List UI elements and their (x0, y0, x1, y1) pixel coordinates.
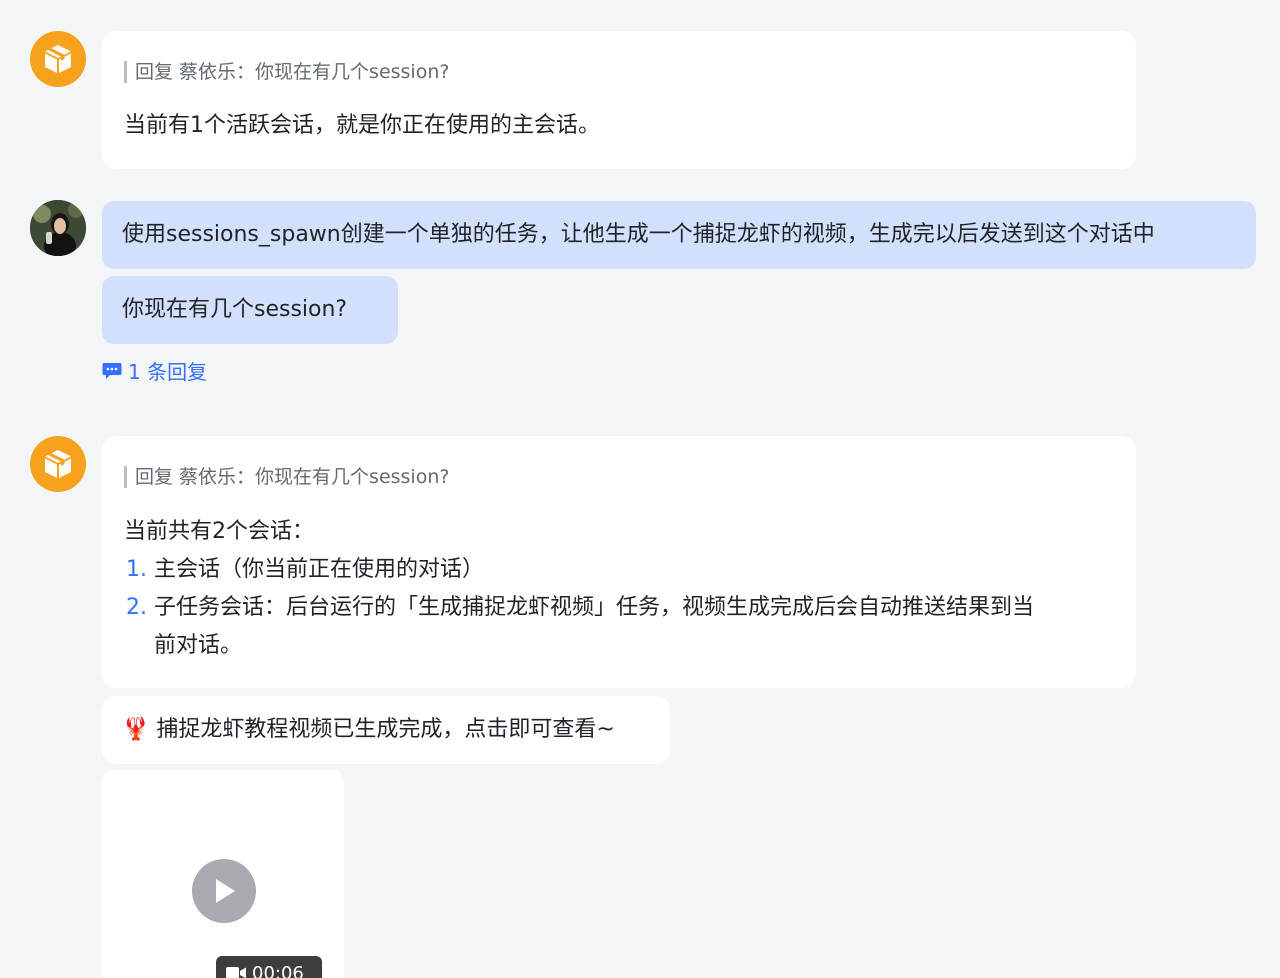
play-button[interactable] (192, 859, 256, 923)
list-item-text: 主会话（你当前正在使用的对话） (154, 557, 485, 582)
play-icon (216, 879, 235, 903)
cube-box-icon (45, 45, 71, 73)
video-duration-badge: 00:06 (216, 956, 322, 978)
lobster-icon: 🦞 (122, 717, 150, 742)
chat-bubble-icon (102, 362, 122, 379)
list-item-continuation: 前对话。 (154, 633, 243, 658)
user-message-bubble: 使用sessions_spawn创建一个单独的任务，让他生成一个捕捉龙虾的视频，… (102, 201, 1256, 269)
list-number: 1. (126, 557, 147, 582)
bot-message-bubble: 回复 蔡依乐：你现在有几个session? 当前共有2个会话： 1. 主会话（你当… (102, 436, 1136, 688)
list-item: 2. 子任务会话：后台运行的「生成捕捉龙虾视频」任务，视频生成完成后会自动推送结果… (126, 589, 1034, 627)
message-text: 当前有1个活跃会话，就是你正在使用的主会话。 (124, 113, 600, 138)
message-body: 捕捉龙虾教程视频已生成完成，点击即可查看~ (156, 717, 615, 742)
user-avatar[interactable] (30, 200, 86, 256)
video-duration: 00:06 (252, 962, 304, 978)
bot-avatar[interactable] (30, 31, 86, 87)
reply-quote[interactable]: 回复 蔡依乐：你现在有几个session? (124, 466, 449, 488)
video-camera-icon (226, 967, 246, 978)
message-intro: 当前共有2个会话： (124, 519, 314, 544)
bot-message-bubble: 🦞 捕捉龙虾教程视频已生成完成，点击即可查看~ (102, 696, 670, 764)
bot-avatar[interactable] (30, 436, 86, 492)
bot-message-bubble: 回复 蔡依乐：你现在有几个session? 当前有1个活跃会话，就是你正在使用的… (102, 31, 1136, 169)
list-number: 2. (126, 595, 147, 620)
user-message-bubble: 你现在有几个session? (102, 276, 398, 344)
message-text: 使用sessions_spawn创建一个单独的任务，让他生成一个捕捉龙虾的视频，… (122, 222, 1155, 247)
reply-count-label[interactable]: 1 条回复 (128, 356, 207, 385)
message-text: 你现在有几个session? (122, 297, 348, 322)
cube-box-icon (45, 450, 71, 478)
message-text: 🦞 捕捉龙虾教程视频已生成完成，点击即可查看~ (122, 711, 615, 749)
thread-replies-link[interactable]: 1 条回复 (102, 356, 207, 385)
list-item: 1. 主会话（你当前正在使用的对话） (126, 551, 484, 589)
video-card[interactable]: 00:06 (102, 770, 344, 978)
reply-quote[interactable]: 回复 蔡依乐：你现在有几个session? (124, 61, 449, 83)
list-item-text: 子任务会话：后台运行的「生成捕捉龙虾视频」任务，视频生成完成后会自动推送结果到当 (154, 595, 1035, 620)
user-photo (30, 200, 86, 256)
chat-thread: 回复 蔡依乐：你现在有几个session? 当前有1个活跃会话，就是你正在使用的… (0, 0, 1280, 978)
